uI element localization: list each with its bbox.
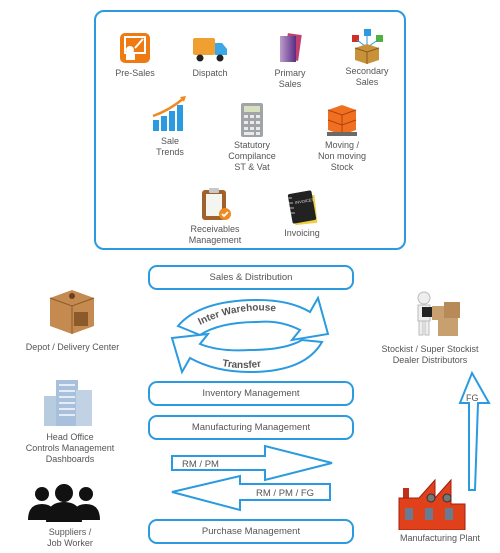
depot-label: Depot / Delivery Center (25, 342, 120, 352)
flow-arrows: Inter Warehouse Transfer RM / PM RM / PM… (170, 295, 491, 512)
suppliers-icon (26, 484, 102, 529)
stockist-icon (408, 288, 464, 345)
fg-label: FG (466, 393, 479, 403)
rm-pm-label: RM / PM (182, 459, 219, 470)
head-office-icon (40, 376, 96, 433)
stockist-label: Stockist / Super Stockist Dealer Distrib… (381, 344, 479, 365)
factory-icon (397, 474, 469, 535)
suppliers-label: Suppliers / Job Worker (47, 527, 93, 548)
head-office-label: Head Office Controls Management Dashboar… (25, 432, 115, 464)
transfer-label: Transfer (222, 358, 262, 371)
plant-label: Manufacturing Plant (399, 533, 481, 543)
svg-text:Transfer: Transfer (222, 358, 262, 371)
fg-arrow (458, 370, 491, 491)
depot-icon (46, 286, 98, 341)
rm-pm-fg-label: RM / PM / FG (256, 488, 314, 499)
